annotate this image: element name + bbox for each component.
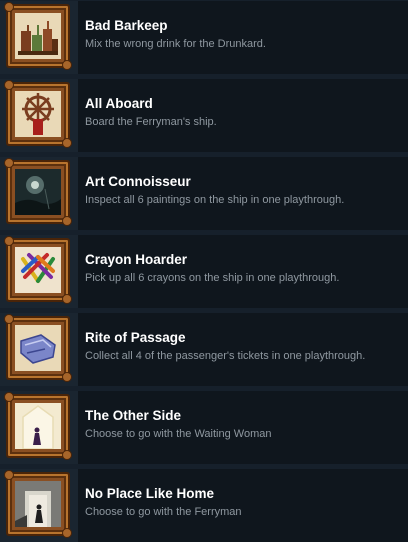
achievement-thumbnail xyxy=(0,391,78,464)
achievement-title: Art Connoisseur xyxy=(85,174,191,189)
achievement-row-all-aboard[interactable]: All Aboard Board the Ferryman's ship. xyxy=(0,79,408,152)
achievement-description: Board the Ferryman's ship. xyxy=(85,116,217,128)
achievement-description: Choose to go with the Ferryman xyxy=(85,506,242,518)
achievement-title: Rite of Passage xyxy=(85,330,186,345)
achievement-list: Bad Barkeep Mix the wrong drink for the … xyxy=(0,0,408,542)
doorway-ferryman-icon xyxy=(4,470,72,538)
doorway-woman-icon xyxy=(4,392,72,460)
achievement-description: Pick up all 6 crayons on the ship in one… xyxy=(85,272,340,284)
achievement-row-crayon-hoarder[interactable]: Crayon Hoarder Pick up all 6 crayons on … xyxy=(0,235,408,308)
achievement-row-the-other-side[interactable]: The Other Side Choose to go with the Wai… xyxy=(0,391,408,464)
achievement-title: All Aboard xyxy=(85,96,153,111)
achievement-title: No Place Like Home xyxy=(85,486,215,501)
achievement-title: The Other Side xyxy=(85,408,182,423)
achievement-row-no-place-like-home[interactable]: No Place Like Home Choose to go with the… xyxy=(0,469,408,542)
achievement-description: Mix the wrong drink for the Drunkard. xyxy=(85,38,266,50)
achievement-row-art-connoisseur[interactable]: Art Connoisseur Inspect all 6 paintings … xyxy=(0,157,408,230)
painting-icon xyxy=(4,158,72,226)
achievement-thumbnail xyxy=(0,313,78,386)
achievement-row-bad-barkeep[interactable]: Bad Barkeep Mix the wrong drink for the … xyxy=(0,1,408,74)
achievement-description: Collect all 4 of the passenger's tickets… xyxy=(85,350,366,362)
achievement-thumbnail xyxy=(0,79,78,152)
tickets-icon xyxy=(4,314,72,382)
achievement-description: Choose to go with the Waiting Woman xyxy=(85,428,272,440)
achievement-thumbnail xyxy=(0,469,78,542)
bottles-icon xyxy=(4,2,72,70)
achievement-description: Inspect all 6 paintings on the ship in o… xyxy=(85,194,345,206)
achievement-title: Bad Barkeep xyxy=(85,18,168,33)
achievement-thumbnail xyxy=(0,1,78,74)
achievement-title: Crayon Hoarder xyxy=(85,252,188,267)
achievement-thumbnail xyxy=(0,235,78,308)
ship-wheel-icon xyxy=(4,80,72,148)
achievement-thumbnail xyxy=(0,157,78,230)
achievement-row-rite-of-passage[interactable]: Rite of Passage Collect all 4 of the pas… xyxy=(0,313,408,386)
crayons-icon xyxy=(4,236,72,304)
